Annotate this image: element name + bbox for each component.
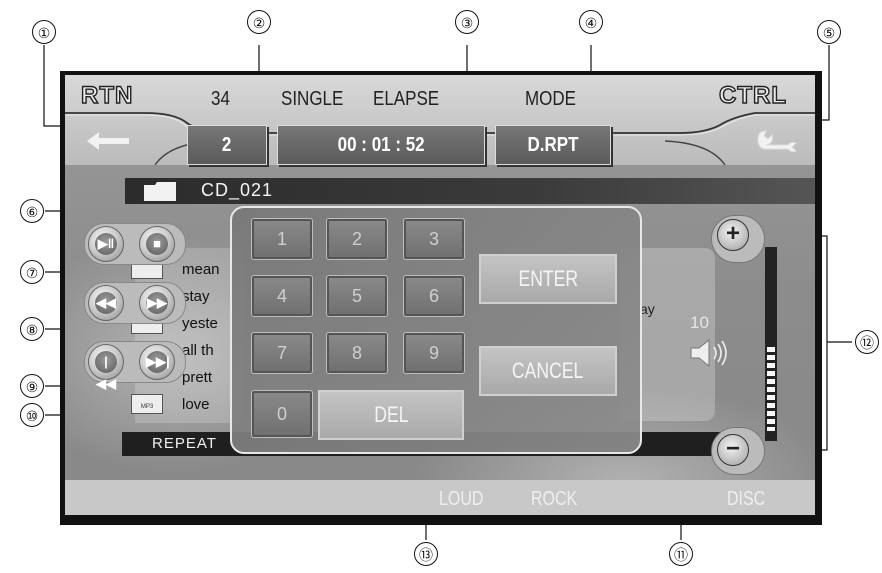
volume-level: 10 (690, 313, 709, 332)
loud-label[interactable]: LOUD (439, 488, 483, 511)
elapse-label: ELAPSE (373, 88, 440, 110)
mode-value-display[interactable]: D.RPT (495, 125, 611, 165)
callout-9: ⑨ (20, 374, 44, 398)
next-track-button[interactable]: ▶▶| (139, 344, 175, 380)
key-7[interactable]: 7 (251, 332, 313, 374)
list-item[interactable]: prett (182, 369, 212, 386)
key-2[interactable]: 2 (326, 218, 388, 260)
fast-forward-button[interactable]: ▶▶ (139, 285, 175, 321)
key-6[interactable]: 6 (403, 275, 465, 317)
key-0[interactable]: 0 (251, 390, 313, 438)
enter-button[interactable]: ENTER (479, 254, 617, 304)
volume-up-button[interactable]: + (717, 219, 749, 251)
track-skip-group: |◀◀ ▶▶| (84, 341, 186, 391)
disc-label[interactable]: DISC (727, 488, 765, 511)
device-screen: RTN 34 SINGLE ELAPSE MODE CTRL 2 00 : 01… (65, 75, 815, 515)
play-pause-icon: ▶‖ (95, 233, 117, 255)
del-button[interactable]: DEL (318, 390, 464, 440)
keypad-dialog: 1 2 3 4 5 6 7 8 9 0 DEL ENTER CANCEL (230, 206, 642, 454)
stop-button[interactable]: ■ (139, 226, 175, 262)
callout-12: ⑫ (855, 330, 879, 354)
next-track-icon: ▶▶| (146, 351, 170, 373)
callout-10: ⑩ (20, 403, 44, 427)
list-item[interactable]: all th (182, 342, 214, 359)
callout-3: ③ (455, 10, 479, 34)
key-4[interactable]: 4 (251, 275, 313, 317)
repeat-label: REPEAT (152, 435, 217, 452)
elapsed-time-display: 00 : 01 : 52 (277, 125, 485, 165)
callout-13: ⑬ (414, 542, 438, 566)
rtn-button[interactable]: RTN (80, 81, 133, 110)
list-item[interactable]: mean (182, 261, 220, 278)
track-count: 34 (211, 88, 230, 110)
list-item[interactable]: yeste (182, 315, 218, 332)
wrench-icon[interactable] (752, 127, 800, 157)
cancel-button[interactable]: CANCEL (479, 346, 617, 396)
callout-2: ② (247, 10, 271, 34)
speaker-icon (690, 338, 727, 368)
mp3-file-icon: MP3 (131, 394, 163, 414)
stop-icon: ■ (146, 233, 168, 255)
single-label: SINGLE (281, 88, 344, 110)
list-item[interactable]: love (182, 396, 210, 413)
callout-4: ④ (579, 10, 603, 34)
folder-icon (144, 182, 176, 201)
key-3[interactable]: 3 (403, 218, 465, 260)
key-8[interactable]: 8 (326, 332, 388, 374)
ctrl-button[interactable]: CTRL (718, 81, 787, 110)
key-9[interactable]: 9 (403, 332, 465, 374)
mode-label: MODE (525, 88, 576, 110)
previous-track-button[interactable]: |◀◀ (88, 344, 124, 391)
callout-11: ⑪ (669, 542, 693, 566)
back-arrow-icon[interactable] (87, 130, 131, 152)
rewind-icon: ◀◀ (95, 292, 117, 314)
volume-down-button[interactable]: − (717, 434, 749, 466)
callout-5: ⑤ (817, 20, 841, 44)
folder-name: CD_021 (201, 180, 274, 200)
key-5[interactable]: 5 (326, 275, 388, 317)
fast-forward-icon: ▶▶ (146, 292, 168, 314)
rock-label[interactable]: ROCK (531, 488, 577, 511)
callout-6: ⑥ (20, 199, 44, 223)
play-pause-button[interactable]: ▶‖ (88, 226, 124, 262)
track-number-display: 2 (187, 125, 267, 165)
volume-level-fill (767, 347, 775, 431)
track-title-fragment: ay (640, 301, 655, 317)
seek-group: ◀◀ ▶▶ (84, 282, 186, 324)
key-1[interactable]: 1 (251, 218, 313, 260)
rewind-button[interactable]: ◀◀ (88, 285, 124, 321)
play-stop-group: ▶‖ ■ (84, 223, 186, 265)
callout-8: ⑧ (20, 317, 44, 341)
folder-bar: CD_021 (125, 178, 815, 204)
callout-1: ① (32, 20, 56, 44)
previous-track-icon: |◀◀ (95, 351, 117, 391)
list-item[interactable]: stay (182, 288, 210, 305)
volume-slider[interactable] (765, 247, 777, 441)
callout-7: ⑦ (20, 260, 44, 284)
